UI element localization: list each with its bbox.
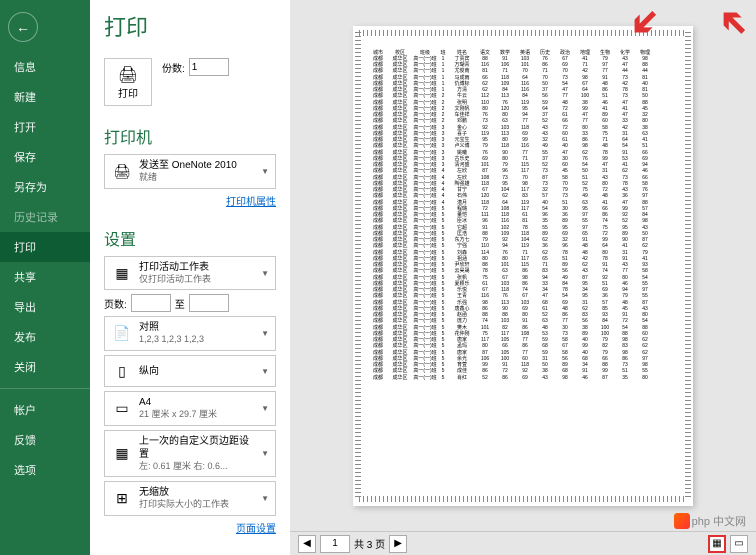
nav-item[interactable]: 保存	[0, 142, 90, 172]
margins-dropdown[interactable]: ▦ 上一次的自定义页边距设置 左: 0.61 厘米 右: 0.6... ▼	[104, 430, 276, 478]
nav-item[interactable]: 关闭	[0, 352, 90, 382]
show-margins-button[interactable]: ▦	[708, 535, 726, 553]
orientation-dropdown[interactable]: ▯ 纵向 ▼	[104, 355, 276, 387]
page-range-row: 页数: 至	[104, 294, 276, 312]
printer-heading: 打印机	[104, 124, 276, 148]
orient-main: 纵向	[139, 365, 255, 378]
nav-item[interactable]: 发布	[0, 322, 90, 352]
main-area: 打印 🖨 打印 份数: 打印机 🖨 发送至 OneNote 2010 就绪 ▼ …	[90, 0, 756, 555]
page-number-input[interactable]	[320, 535, 350, 553]
printer-properties-link[interactable]: 打印机属性	[104, 193, 276, 208]
chevron-down-icon: ▼	[261, 269, 269, 278]
margins-main: 上一次的自定义页边距设置	[139, 435, 255, 461]
nav-list: 信息新建打开保存另存为历史记录打印共享导出发布关闭	[0, 52, 90, 382]
nav-item[interactable]: 共享	[0, 262, 90, 292]
print-button[interactable]: 🖨 打印	[104, 58, 152, 106]
nav-item[interactable]: 信息	[0, 52, 90, 82]
preview-pane: ➔ ➔ 城市校区班级班姓名语文数学英语历史政治地理生物化学物理成都成华区高一(一…	[290, 0, 756, 555]
nav-item[interactable]: 帐户	[0, 395, 90, 425]
chevron-down-icon: ▼	[261, 167, 269, 176]
nav-item[interactable]: 历史记录	[0, 202, 90, 232]
scale-sub: 打印实际大小的工作表	[139, 499, 255, 511]
zoom-to-page-button[interactable]: ▭	[730, 535, 748, 553]
chevron-down-icon: ▼	[261, 449, 269, 458]
scale-dropdown[interactable]: ⊞ 无缩放 打印实际大小的工作表 ▼	[104, 481, 276, 516]
pages-to-input[interactable]	[189, 294, 229, 312]
sheets-icon: ▦	[111, 262, 133, 284]
nav-item[interactable]: 另存为	[0, 172, 90, 202]
nav-item[interactable]: 打开	[0, 112, 90, 142]
chevron-down-icon: ▼	[261, 494, 269, 503]
printer-name: 发送至 OneNote 2010	[139, 159, 255, 172]
chevron-down-icon: ▼	[261, 404, 269, 413]
orientation-icon: ▯	[111, 360, 133, 382]
pages-label: 页数:	[104, 296, 127, 311]
copies-input[interactable]	[189, 58, 229, 76]
backstage-sidebar: ← 信息新建打开保存另存为历史记录打印共享导出发布关闭 帐户反馈选项	[0, 0, 90, 555]
copies-label: 份数:	[162, 60, 185, 75]
paper-sub: 21 厘米 x 29.7 厘米	[139, 409, 255, 421]
collate-sub: 1,2,3 1,2,3 1,2,3	[139, 334, 255, 346]
pages-from-input[interactable]	[131, 294, 171, 312]
ruler-bottom	[359, 496, 687, 502]
watermark-logo-icon	[674, 513, 690, 529]
margins-icon: ▦	[111, 443, 133, 465]
nav-item[interactable]: 导出	[0, 292, 90, 322]
nav-list-2: 帐户反馈选项	[0, 395, 90, 485]
nav-item[interactable]: 打印	[0, 232, 90, 262]
chevron-down-icon: ▼	[261, 367, 269, 376]
printer-icon: 🖨	[118, 65, 138, 85]
preview-page: 城市校区班级班姓名语文数学英语历史政治地理生物化学物理成都成华区高一(一)班1丁…	[353, 26, 693, 506]
preview-data-table: 城市校区班级班姓名语文数学英语历史政治地理生物化学物理成都成华区高一(一)班1丁…	[369, 50, 677, 381]
paper-main: A4	[139, 396, 255, 409]
print-sheets-dropdown[interactable]: ▦ 打印活动工作表 仅打印活动工作表 ▼	[104, 256, 276, 291]
watermark-text: php 中文网	[692, 513, 746, 529]
page-total-label: 共 3 页	[354, 536, 385, 551]
page-title: 打印	[104, 10, 276, 42]
scale-icon: ⊞	[111, 488, 133, 510]
nav-separator	[0, 388, 90, 389]
settings-pane: 打印 🖨 打印 份数: 打印机 🖨 发送至 OneNote 2010 就绪 ▼ …	[90, 0, 290, 555]
chevron-down-icon: ▼	[261, 329, 269, 338]
printer-status: 就绪	[139, 172, 255, 184]
pages-to-label: 至	[175, 296, 185, 311]
ruler-left	[355, 32, 361, 500]
collate-dropdown[interactable]: 📄 对照 1,2,3 1,2,3 1,2,3 ▼	[104, 316, 276, 351]
nav-item[interactable]: 选项	[0, 455, 90, 485]
preview-footer: ◀ 共 3 页 ▶ ▦ ▭	[290, 531, 756, 555]
print-button-label: 打印	[118, 85, 138, 100]
scale-main: 无缩放	[139, 486, 255, 499]
nav-item[interactable]: 新建	[0, 82, 90, 112]
paper-icon: ▭	[111, 397, 133, 419]
settings-heading: 设置	[104, 226, 276, 250]
nav-item[interactable]: 反馈	[0, 425, 90, 455]
page-setup-link[interactable]: 页面设置	[104, 520, 276, 535]
next-page-button[interactable]: ▶	[389, 535, 407, 553]
margins-sub: 左: 0.61 厘米 右: 0.6...	[139, 461, 255, 473]
preview-area: 城市校区班级班姓名语文数学英语历史政治地理生物化学物理成都成华区高一(一)班1丁…	[290, 0, 756, 531]
printer-status-icon: 🖨	[111, 160, 133, 182]
sheets-sub: 仅打印活动工作表	[139, 274, 255, 286]
watermark: php 中文网	[674, 513, 746, 529]
sheets-main: 打印活动工作表	[139, 261, 255, 274]
collate-main: 对照	[139, 321, 255, 334]
ruler-right	[685, 32, 691, 500]
back-button[interactable]: ←	[8, 12, 38, 42]
prev-page-button[interactable]: ◀	[298, 535, 316, 553]
printer-dropdown[interactable]: 🖨 发送至 OneNote 2010 就绪 ▼	[104, 154, 276, 189]
collate-icon: 📄	[111, 323, 133, 345]
paper-dropdown[interactable]: ▭ A4 21 厘米 x 29.7 厘米 ▼	[104, 391, 276, 426]
